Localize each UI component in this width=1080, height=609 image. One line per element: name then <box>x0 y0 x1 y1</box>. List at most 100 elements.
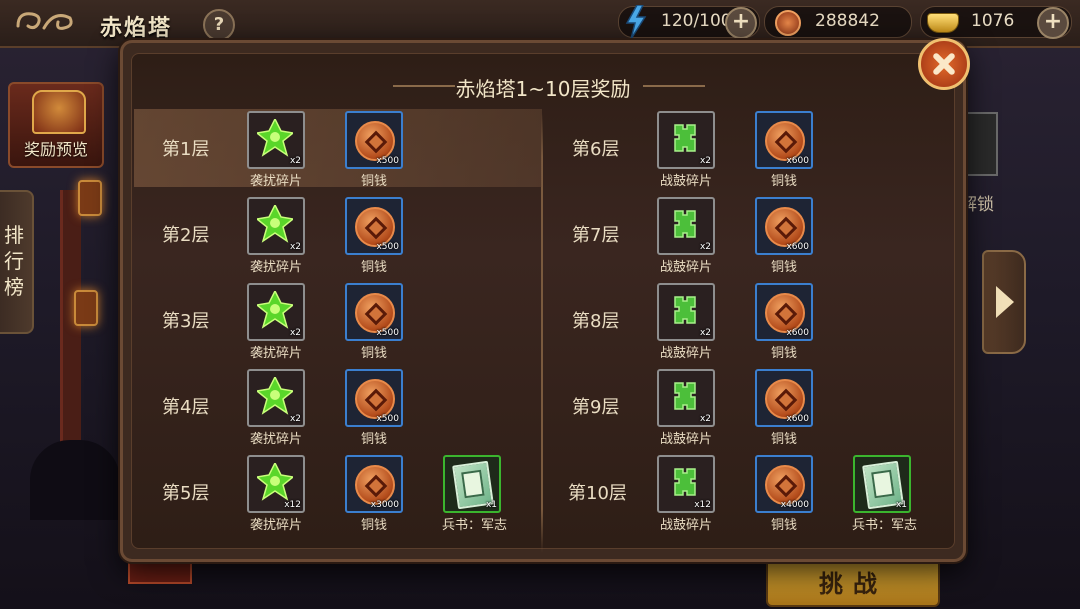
item-quantity: x4000 <box>780 500 809 510</box>
floor-label: 第3层 <box>162 311 210 332</box>
copper-display: 288842 <box>764 6 912 38</box>
item-quantity: x600 <box>786 242 809 252</box>
item-name: 袭扰碎片 <box>249 432 302 447</box>
page-title: 赤焰塔 <box>100 15 173 41</box>
item-name: 袭扰碎片 <box>249 518 302 533</box>
copper-coin-icon <box>775 10 801 36</box>
floor-row: 第4层 x2 袭扰碎片 x500 铜钱 <box>134 367 542 447</box>
reward-item[interactable]: x2 战鼓碎片 <box>656 111 716 189</box>
item-quantity: x2 <box>289 328 301 338</box>
next-arrow-button[interactable] <box>982 250 1026 354</box>
stamina-value: 120/100 <box>661 11 732 31</box>
reward-icon-frame: x500 <box>345 369 403 427</box>
reward-item[interactable]: x2 袭扰碎片 <box>246 197 306 275</box>
floor-label: 第5层 <box>162 483 210 504</box>
reward-icon-frame: x500 <box>345 197 403 255</box>
challenge-label: 挑战 <box>819 570 887 598</box>
reward-icon-frame: x600 <box>755 111 813 169</box>
item-quantity: x12 <box>284 500 301 510</box>
reward-item[interactable]: x2 袭扰碎片 <box>246 369 306 447</box>
item-name: 战鼓碎片 <box>659 518 712 533</box>
floor-row: 第1层 x2 袭扰碎片 x500 铜钱 <box>134 109 542 189</box>
item-quantity: x600 <box>786 414 809 424</box>
reward-item[interactable]: x2 战鼓碎片 <box>656 283 716 361</box>
arrow-right-icon <box>996 286 1014 318</box>
shard-icon <box>257 377 293 415</box>
item-name: 战鼓碎片 <box>659 260 712 275</box>
copper-coin-icon <box>765 121 805 161</box>
item-name: 铜钱 <box>360 432 387 447</box>
reward-item[interactable]: x2 袭扰碎片 <box>246 283 306 361</box>
item-name: 铜钱 <box>770 260 797 275</box>
drum-shard-icon <box>674 382 696 410</box>
item-quantity: x12 <box>694 500 711 510</box>
item-quantity: x2 <box>699 328 711 338</box>
ranking-button[interactable]: 排行榜 <box>0 190 34 334</box>
reward-icon-frame: x500 <box>345 283 403 341</box>
item-name: 战鼓碎片 <box>659 174 712 189</box>
shard-icon <box>257 463 293 501</box>
cloud-swirl-icon <box>16 12 73 30</box>
reward-item[interactable]: x12 战鼓碎片 <box>656 455 716 533</box>
stamina-display: 120/100 + <box>618 5 760 39</box>
reward-item[interactable]: x500 铜钱 <box>344 111 404 189</box>
floor-row: 第2层 x2 袭扰碎片 x500 铜钱 <box>134 195 542 275</box>
copper-coin-icon <box>355 293 395 333</box>
floor-label: 第10层 <box>568 483 627 504</box>
lantern-icon <box>78 180 102 216</box>
item-name: 兵书：军志 <box>442 518 508 533</box>
floor-label: 第1层 <box>162 139 210 160</box>
item-quantity: x1 <box>485 500 497 510</box>
item-name: 铜钱 <box>770 432 797 447</box>
drum-shard-icon <box>674 468 696 496</box>
add-stamina-button[interactable]: + <box>725 7 757 39</box>
reward-item[interactable]: x3000 铜钱 <box>344 455 404 533</box>
copper-value: 288842 <box>815 11 880 31</box>
item-quantity: x600 <box>786 156 809 166</box>
reward-item[interactable]: x2 袭扰碎片 <box>246 111 306 189</box>
item-name: 铜钱 <box>770 518 797 533</box>
floor-label: 第6层 <box>572 139 620 160</box>
reward-item[interactable]: x500 铜钱 <box>344 283 404 361</box>
item-name: 袭扰碎片 <box>249 346 302 361</box>
reward-icon-frame: x600 <box>755 283 813 341</box>
reward-icon-frame: x500 <box>345 111 403 169</box>
reward-item[interactable]: x500 铜钱 <box>344 369 404 447</box>
reward-item[interactable]: x600 铜钱 <box>754 197 814 275</box>
reward-item[interactable]: x1 兵书：军志 <box>442 455 508 533</box>
reward-item[interactable]: x600 铜钱 <box>754 283 814 361</box>
copper-coin-icon <box>765 293 805 333</box>
item-quantity: x2 <box>289 242 301 252</box>
floor-row: 第8层 x2 战鼓碎片 x600 铜钱 <box>544 281 952 361</box>
item-name: 战鼓碎片 <box>659 346 712 361</box>
reward-preview-button[interactable]: 奖励预览 <box>8 82 104 168</box>
item-quantity: x2 <box>699 242 711 252</box>
floor-label: 第4层 <box>162 397 210 418</box>
reward-item[interactable]: x2 战鼓碎片 <box>656 369 716 447</box>
floor-row: 第3层 x2 袭扰碎片 x500 铜钱 <box>134 281 542 361</box>
shard-icon <box>257 119 293 157</box>
copper-coin-icon <box>355 465 395 505</box>
floor-label: 第2层 <box>162 225 210 246</box>
copper-coin-icon <box>765 207 805 247</box>
reward-item[interactable]: x4000 铜钱 <box>754 455 814 533</box>
floor-row: 第9层 x2 战鼓碎片 x600 铜钱 <box>544 367 952 447</box>
add-gold-button[interactable]: + <box>1037 7 1069 39</box>
item-name: 铜钱 <box>360 346 387 361</box>
reward-item[interactable]: x600 铜钱 <box>754 369 814 447</box>
reward-icon-frame: x12 <box>657 455 715 513</box>
reward-item[interactable]: x600 铜钱 <box>754 111 814 189</box>
reward-icon-frame: x2 <box>247 111 305 169</box>
item-name: 袭扰碎片 <box>249 174 302 189</box>
reward-item[interactable]: x12 袭扰碎片 <box>246 455 306 533</box>
reward-item[interactable]: x2 战鼓碎片 <box>656 197 716 275</box>
reward-item[interactable]: x500 铜钱 <box>344 197 404 275</box>
help-button[interactable]: ? <box>203 9 235 41</box>
shard-icon <box>257 205 293 243</box>
reward-item[interactable]: x1 兵书：军志 <box>852 455 917 533</box>
item-name: 铜钱 <box>770 174 797 189</box>
shard-icon <box>257 291 293 329</box>
floor-row: 第7层 x2 战鼓碎片 x600 铜钱 <box>544 195 952 275</box>
reward-icon-frame: x2 <box>247 283 305 341</box>
close-button[interactable] <box>918 38 970 90</box>
